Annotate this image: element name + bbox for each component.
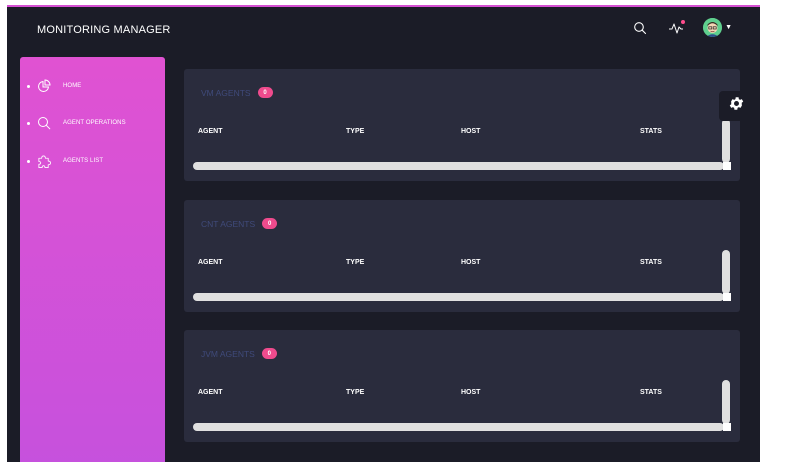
app-brand: MONITORING MANAGER: [37, 24, 171, 36]
column-header-agent[interactable]: AGENT: [198, 128, 223, 135]
activity-icon[interactable]: [667, 19, 686, 37]
sidebar-item-label: AGENTS LIST: [63, 158, 104, 164]
panel-header: JVM AGENTS 0: [201, 348, 277, 359]
avatar-icon: [703, 18, 723, 37]
horizontal-scrollbar[interactable]: [193, 293, 724, 301]
column-header-host[interactable]: HOST: [461, 259, 480, 266]
vertical-scrollbar[interactable]: [722, 119, 730, 163]
sidebar-item-label: HOME: [63, 83, 82, 89]
table-header: AGENT TYPE HOST STATS: [184, 259, 714, 269]
count-badge: 0: [257, 87, 273, 98]
panel-title: VM AGENTS: [201, 87, 251, 98]
search-icon[interactable]: [631, 19, 649, 37]
column-header-stats[interactable]: STATS: [640, 259, 662, 266]
column-header-host[interactable]: HOST: [461, 389, 480, 396]
column-header-type[interactable]: TYPE: [346, 389, 364, 396]
table-header: AGENT TYPE HOST STATS: [184, 389, 714, 399]
scrollbar-corner: [723, 423, 731, 431]
vertical-scrollbar[interactable]: [722, 380, 730, 424]
sidebar-item-home[interactable]: HOME: [20, 77, 165, 95]
column-header-stats[interactable]: STATS: [640, 128, 662, 135]
column-header-type[interactable]: TYPE: [346, 128, 364, 135]
panel-header: CNT AGENTS 0: [201, 218, 278, 229]
jvm-agents-panel: JVM AGENTS 0 AGENT TYPE HOST STATS: [184, 330, 740, 442]
bullet-dot: [27, 121, 30, 125]
pie-chart-icon: [37, 79, 51, 93]
bullet-dot: [27, 159, 30, 163]
sidebar: HOME AGENT OPERATIONS AGENTS LIST: [20, 57, 165, 462]
sidebar-item-agent-operations[interactable]: AGENT OPERATIONS: [20, 114, 165, 132]
user-menu[interactable]: ▼: [703, 18, 732, 37]
horizontal-scrollbar[interactable]: [193, 423, 724, 431]
settings-button[interactable]: [719, 91, 753, 121]
topbar-icons: ▼: [631, 18, 732, 37]
count-badge: 0: [261, 348, 277, 359]
column-header-type[interactable]: TYPE: [346, 259, 364, 266]
panel-title: CNT AGENTS: [201, 218, 256, 229]
notification-dot: [681, 19, 686, 24]
table-header: AGENT TYPE HOST STATS: [184, 128, 714, 138]
gear-icon: [728, 95, 745, 117]
cnt-agents-panel: CNT AGENTS 0 AGENT TYPE HOST STATS: [184, 200, 740, 312]
vertical-scrollbar[interactable]: [722, 250, 730, 294]
count-badge: 0: [262, 218, 278, 229]
app-window: MONITORING MANAGER ▼ HOME AGENT OPERATIO…: [7, 5, 760, 462]
column-header-agent[interactable]: AGENT: [198, 259, 223, 266]
column-header-stats[interactable]: STATS: [640, 389, 662, 396]
scrollbar-corner: [723, 293, 731, 301]
sidebar-item-label: AGENT OPERATIONS: [63, 120, 126, 126]
scrollbar-corner: [723, 162, 731, 170]
horizontal-scrollbar[interactable]: [193, 162, 724, 170]
column-header-agent[interactable]: AGENT: [198, 389, 223, 396]
panel-title: JVM AGENTS: [201, 348, 255, 359]
search-icon: [37, 116, 51, 130]
puzzle-icon: [37, 154, 51, 168]
vm-agents-panel: VM AGENTS 0 AGENT TYPE HOST STATS: [184, 69, 740, 181]
chevron-down-icon: ▼: [725, 24, 732, 31]
panel-header: VM AGENTS 0: [201, 87, 273, 98]
column-header-host[interactable]: HOST: [461, 128, 480, 135]
bullet-dot: [27, 84, 30, 88]
sidebar-item-agents-list[interactable]: AGENTS LIST: [20, 152, 165, 170]
